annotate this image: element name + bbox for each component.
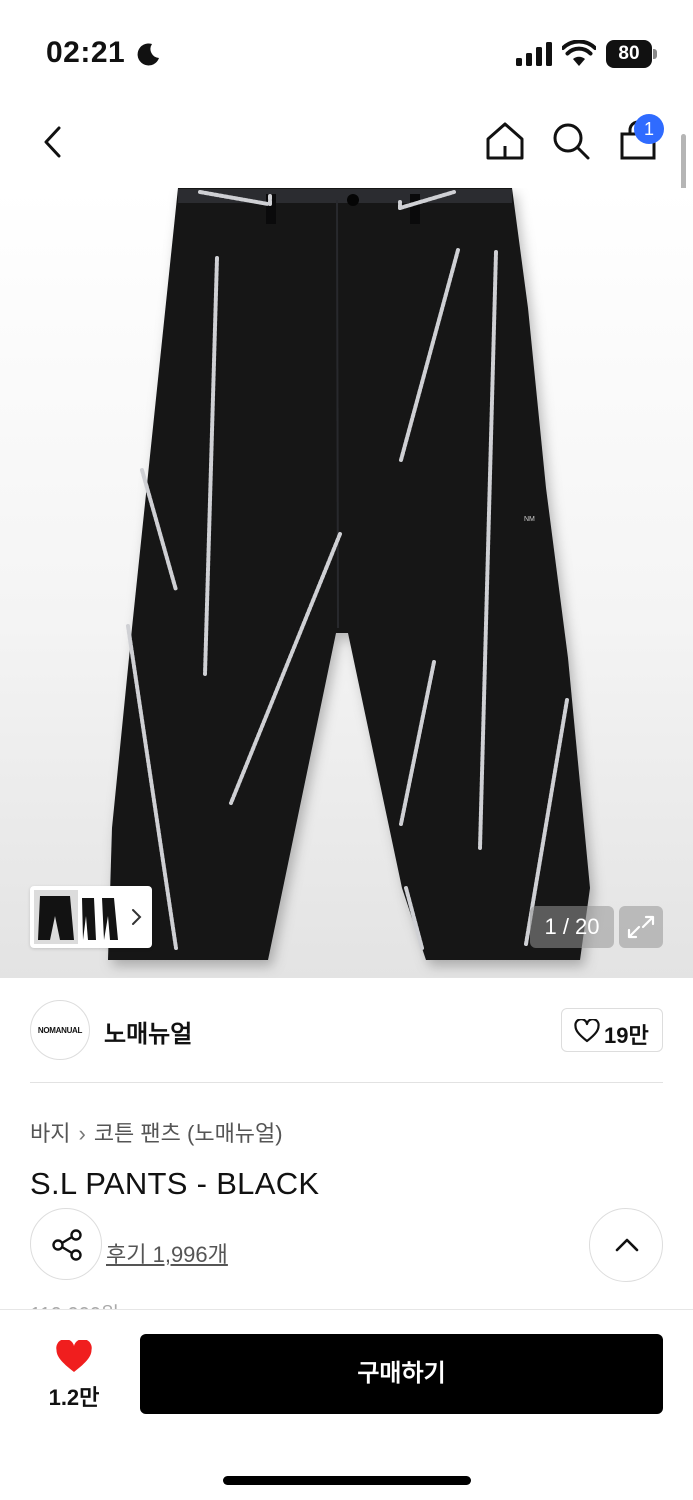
brand-like-button[interactable]: 19만 [561, 1008, 663, 1052]
search-icon[interactable] [550, 120, 592, 162]
battery-indicator: 80 [606, 40, 658, 68]
thumbnail-images [34, 890, 118, 944]
wifi-icon [562, 40, 596, 66]
breadcrumb: 바지 › 코튼 팬츠 (노매뉴얼) [30, 1116, 283, 1148]
top-navigation: 1 [0, 100, 693, 188]
breadcrumb-subcategory[interactable]: 코튼 팬츠 (노매뉴얼) [94, 1121, 283, 1146]
divider [30, 1082, 663, 1083]
chevron-right-icon: › [78, 1121, 86, 1146]
brand-name[interactable]: 노매뉴얼 [104, 1014, 192, 1049]
cellular-signal-icon [516, 42, 552, 66]
buy-button[interactable]: 구매하기 [140, 1334, 663, 1414]
product-title: S.L PANTS - BLACK [30, 1166, 320, 1201]
expand-icon [627, 915, 655, 939]
back-icon[interactable] [38, 122, 68, 162]
heart-filled-icon [56, 1340, 92, 1372]
bottom-action-bar: 1.2만 구매하기 [0, 1310, 693, 1500]
home-indicator [223, 1476, 471, 1485]
home-icon[interactable] [484, 120, 526, 162]
breadcrumb-category[interactable]: 바지 [30, 1121, 70, 1146]
svg-text:NM: NM [524, 516, 535, 523]
status-bar: 02:21 80 [0, 0, 693, 100]
cart-count-badge: 1 [634, 114, 664, 144]
wishlist-button[interactable]: 1.2만 [40, 1340, 108, 1410]
share-icon [52, 1229, 82, 1261]
status-time: 02:21 [46, 36, 126, 69]
wishlist-count: 1.2만 [48, 1385, 100, 1410]
review-link[interactable]: 후기 1,996개 [106, 1237, 228, 1269]
chevron-up-icon [615, 1238, 639, 1252]
scroll-to-top-button[interactable] [589, 1208, 663, 1282]
brand-like-count: 19만 [604, 1023, 649, 1048]
brand-logo[interactable]: NOMANUAL [30, 1000, 90, 1060]
brand-row[interactable]: NOMANUAL 노매뉴얼 19만 [30, 1000, 663, 1064]
product-image-gallery[interactable]: NM 1 / 20 [0, 188, 693, 978]
image-counter: 1 / 20 [530, 906, 614, 948]
moon-icon [137, 43, 159, 66]
battery-level: 80 [618, 43, 640, 64]
chevron-right-icon [132, 909, 142, 925]
thumbnail-strip[interactable] [30, 886, 152, 948]
heart-outline-icon [574, 1019, 600, 1043]
share-button[interactable] [30, 1208, 102, 1280]
fullscreen-button[interactable] [619, 906, 663, 948]
product-photo: NM [108, 188, 590, 960]
